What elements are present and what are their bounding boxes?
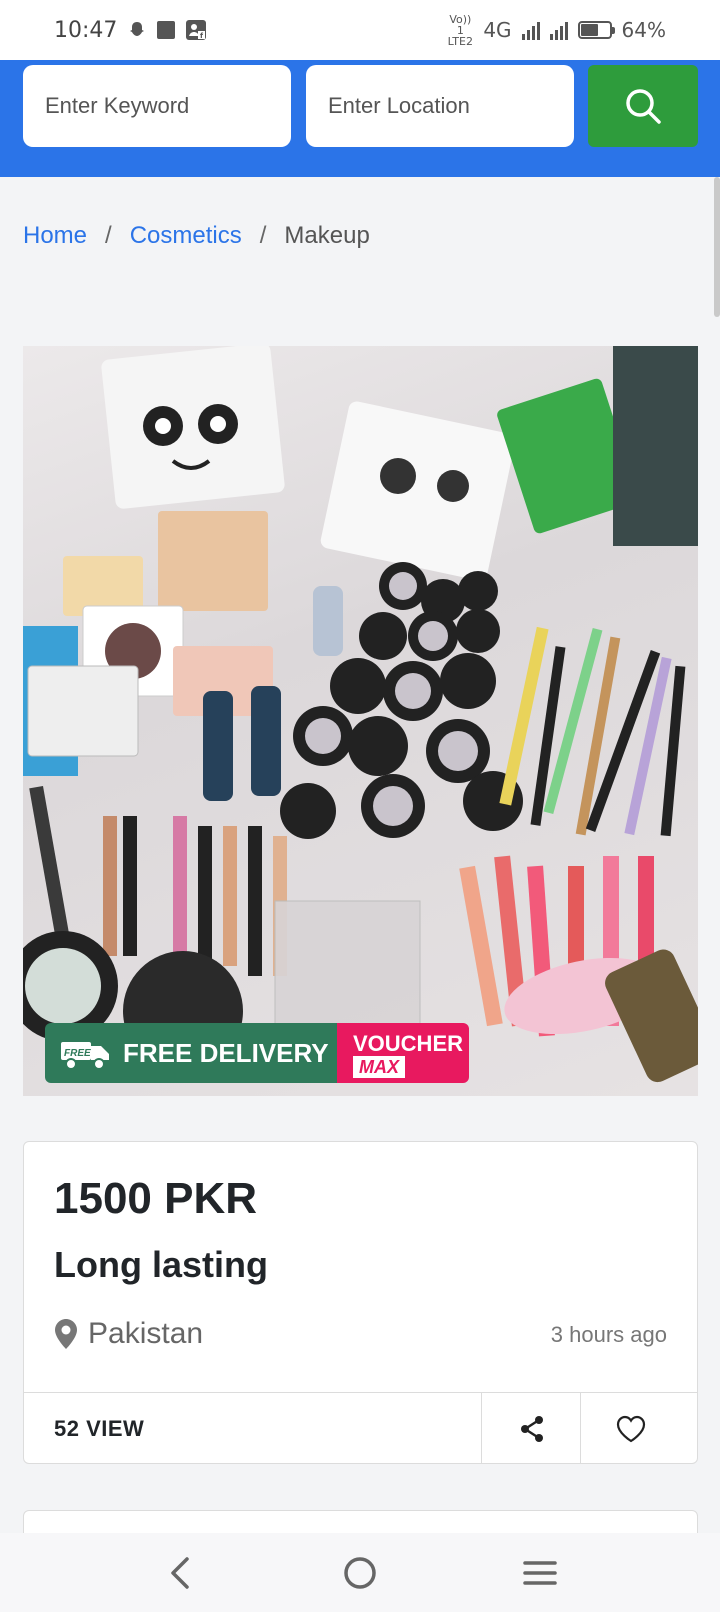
facebook-notification-icon: f <box>186 20 207 40</box>
location-pin-icon <box>55 1319 77 1349</box>
breadcrumb-current: Makeup <box>284 222 370 249</box>
system-nav-bar <box>0 1533 720 1612</box>
favorite-button[interactable] <box>581 1393 680 1464</box>
search-icon <box>626 89 661 124</box>
voucher-badge: VOUCHER MAX <box>337 1023 469 1083</box>
listing-views: 52 VIEW <box>54 1416 145 1441</box>
location-search-input[interactable] <box>306 65 574 147</box>
free-delivery-badge: FREE FREE DELIVERY <box>45 1023 337 1083</box>
keyword-search-input[interactable] <box>23 65 291 147</box>
listing-posted-time: 3 hours ago <box>550 1322 667 1347</box>
snapchat-icon <box>130 22 145 36</box>
back-button[interactable] <box>140 1543 220 1603</box>
status-bar: 10:47 f Vo)) 1 LTE2 4G 64% <box>0 0 720 60</box>
breadcrumb-cosmetics-link[interactable]: Cosmetics <box>130 222 242 250</box>
battery-percent: 64% <box>621 18 666 42</box>
breadcrumb: Home / Cosmetics / Makeup <box>23 222 370 250</box>
breadcrumb-separator: / <box>259 222 267 249</box>
listing-location: Pakistan <box>54 1317 203 1351</box>
search-header <box>0 60 720 177</box>
battery-icon <box>577 21 615 39</box>
listing-title: Long lasting <box>54 1244 268 1285</box>
page-scrollbar[interactable] <box>714 177 720 317</box>
product-photo-illustration <box>23 346 698 1083</box>
network-label: Vo)) 1 LTE2 <box>447 12 473 48</box>
listing-price: 1500 PKR <box>54 1174 258 1223</box>
signal-strength-icon <box>521 20 540 40</box>
voucher-label: VOUCHER <box>353 1031 464 1056</box>
search-button[interactable] <box>588 65 698 147</box>
recent-apps-button[interactable] <box>500 1543 580 1603</box>
breadcrumb-home-link[interactable]: Home <box>23 222 87 250</box>
network-type: 4G <box>483 18 512 42</box>
heart-icon <box>616 1415 645 1442</box>
home-icon <box>344 1556 376 1589</box>
home-button[interactable] <box>320 1543 400 1603</box>
signal-strength-2-icon <box>549 20 568 40</box>
share-button[interactable] <box>482 1393 581 1464</box>
battery-fill <box>580 24 599 36</box>
free-delivery-label: FREE DELIVERY <box>123 1037 329 1068</box>
breadcrumb-separator: / <box>105 222 112 249</box>
product-image[interactable]: FREE FREE DELIVERY VOUCHER MAX <box>23 346 698 1096</box>
back-icon <box>171 1556 189 1589</box>
menu-icon <box>523 1560 557 1585</box>
listing-detail-card: 1500 PKR Long lasting Pakistan 3 hours a… <box>23 1141 698 1464</box>
listing-location-text: Pakistan <box>88 1317 204 1350</box>
free-tag: FREE <box>64 1048 91 1059</box>
notification-square-icon <box>157 21 176 39</box>
delivery-truck-icon: FREE <box>61 1042 109 1070</box>
status-time: 10:47 <box>54 17 118 43</box>
voucher-max-label: MAX <box>353 1056 405 1078</box>
share-icon <box>520 1415 543 1442</box>
